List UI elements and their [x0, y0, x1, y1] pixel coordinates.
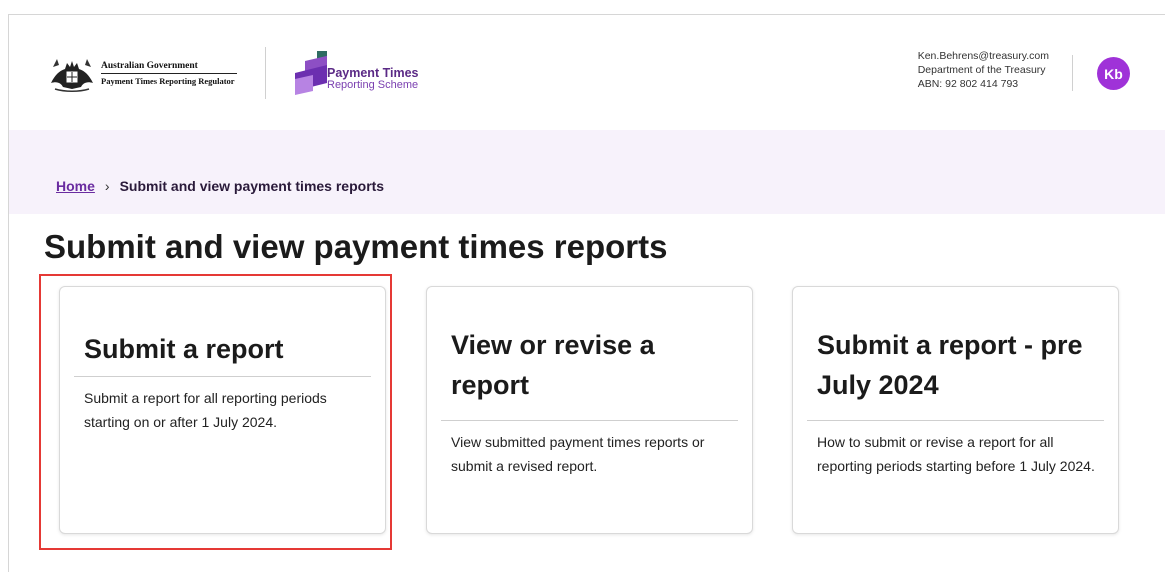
- card-view-revise-report[interactable]: View or revise a report View submitted p…: [426, 286, 753, 534]
- breadcrumb: Home › Submit and view payment times rep…: [56, 178, 384, 194]
- card-title: Submit a report - pre July 2024: [817, 330, 1083, 400]
- site-header: Australian Government Payment Times Repo…: [9, 15, 1165, 130]
- scheme-title: Payment Times: [327, 66, 419, 80]
- user-email: Ken.Behrens@treasury.com: [917, 50, 1049, 62]
- card-title: View or revise a report: [451, 330, 655, 400]
- breadcrumb-home-link[interactable]: Home: [56, 178, 95, 194]
- user-department: Department of the Treasury: [917, 64, 1046, 76]
- chevron-right-icon: ›: [104, 178, 110, 194]
- page-title: Submit and view payment times reports: [44, 228, 668, 265]
- user-info: Ken.Behrens@treasury.com Department of t…: [918, 49, 1049, 91]
- payment-times-mark-icon: [295, 51, 327, 95]
- user-divider: [1072, 55, 1073, 91]
- card-submit-pre-july-2024[interactable]: Submit a report - pre July 2024 How to s…: [792, 286, 1119, 534]
- card-divider: [807, 420, 1104, 421]
- australian-government-logo[interactable]: Australian Government Payment Times Repo…: [47, 53, 237, 93]
- breadcrumb-current: Submit and view payment times reports: [119, 178, 385, 194]
- avatar[interactable]: Kb: [1097, 57, 1130, 90]
- regulator-name: Payment Times Reporting Regulator: [101, 75, 235, 86]
- coat-of-arms-icon: [51, 59, 93, 92]
- breadcrumb-band: Home › Submit and view payment times rep…: [9, 130, 1165, 214]
- selection-highlight: [39, 274, 392, 550]
- gov-name: Australian Government: [101, 61, 237, 74]
- card-description: How to submit or revise a report for all…: [817, 434, 1095, 474]
- scheme-subtitle: Reporting Scheme: [327, 79, 419, 91]
- logo-divider: [265, 47, 266, 99]
- user-abn: ABN: 92 802 414 793: [917, 78, 1019, 90]
- card-divider: [441, 420, 738, 421]
- card-description: View submitted payment times reports or …: [451, 434, 705, 474]
- payment-times-logo[interactable]: Payment Times Reporting Scheme: [287, 49, 418, 95]
